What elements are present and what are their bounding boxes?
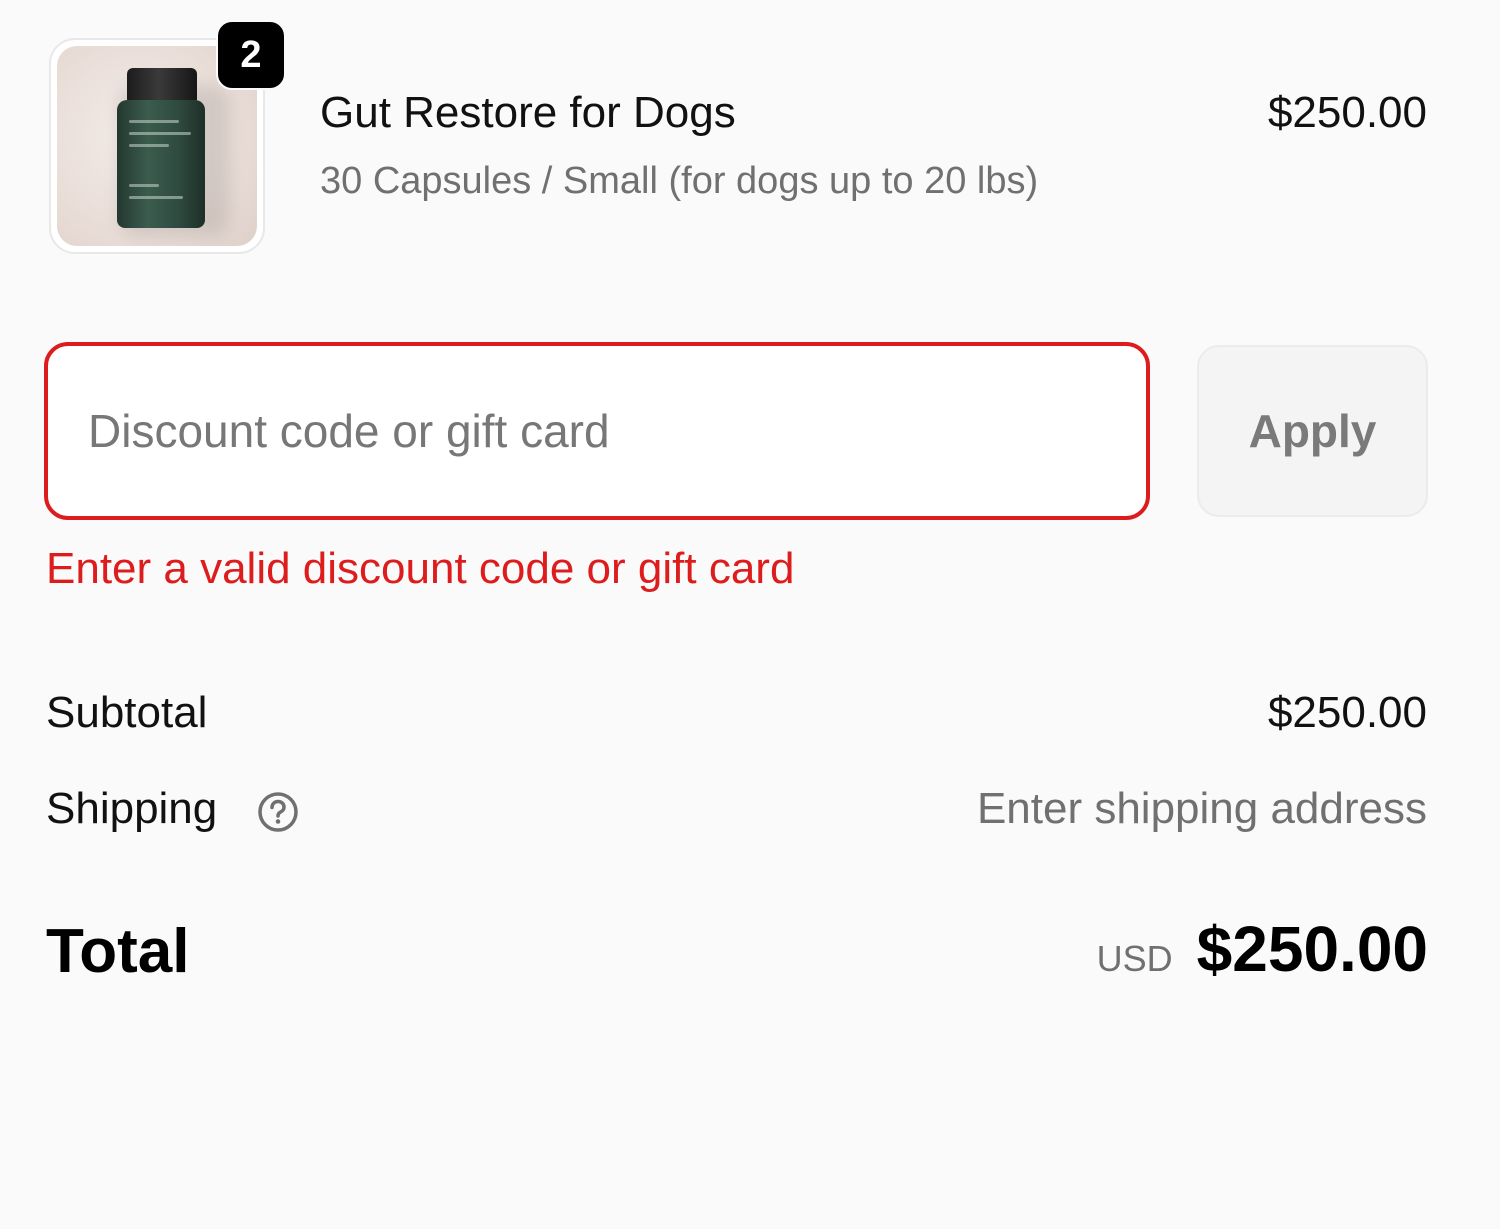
bottle-label-line bbox=[129, 144, 169, 147]
total-amount: USD $250.00 bbox=[1097, 912, 1428, 986]
shipping-value: Enter shipping address bbox=[976, 784, 1427, 833]
total-value: $250.00 bbox=[1196, 913, 1428, 985]
discount-code-input[interactable] bbox=[44, 342, 1150, 520]
shipping-label: Shipping bbox=[46, 784, 218, 833]
product-name: Gut Restore for Dogs bbox=[320, 88, 736, 137]
total-label: Total bbox=[46, 917, 190, 986]
quantity-badge: 2 bbox=[216, 20, 286, 90]
subtotal-label: Subtotal bbox=[46, 688, 208, 737]
discount-error-message: Enter a valid discount code or gift card bbox=[46, 544, 795, 593]
order-summary: 2 Gut Restore for Dogs 30 Capsules / Sma… bbox=[0, 0, 1500, 1229]
bottle-label-line bbox=[129, 184, 159, 187]
product-variant: 30 Capsules / Small (for dogs up to 20 l… bbox=[320, 160, 1039, 202]
apply-discount-button[interactable]: Apply bbox=[1197, 345, 1428, 517]
bottle-label-line bbox=[129, 132, 191, 135]
question-circle-icon[interactable] bbox=[256, 790, 300, 834]
total-currency: USD bbox=[1096, 938, 1173, 979]
bottle-label-line bbox=[129, 120, 179, 123]
product-price: $250.00 bbox=[1267, 88, 1427, 137]
bottle-body bbox=[117, 100, 205, 228]
subtotal-value: $250.00 bbox=[1267, 688, 1427, 737]
bottle-label-line bbox=[129, 196, 183, 199]
bottle-cap bbox=[127, 68, 197, 102]
